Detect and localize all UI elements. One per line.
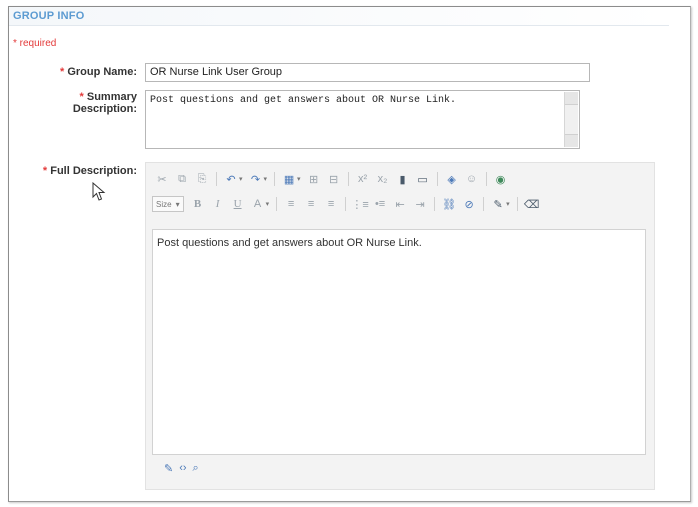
align-left-icon[interactable]: ≡ <box>283 196 299 212</box>
group-name-label: * Group Name: <box>59 66 137 78</box>
section-header: GROUP INFO <box>9 7 669 26</box>
summary-description-text: Post questions and get answers about OR … <box>150 95 457 106</box>
toolbar-separator <box>485 172 487 186</box>
link-globe-icon[interactable]: ◉ <box>493 171 509 187</box>
align-center-icon[interactable]: ≡ <box>303 196 319 212</box>
underline-icon[interactable]: U <box>230 196 246 212</box>
clean-format-icon[interactable]: ⌫ <box>524 196 540 212</box>
font-color-dropdown-icon[interactable]: ▾ <box>266 200 270 208</box>
summary-description-textarea[interactable]: Post questions and get answers about OR … <box>145 90 580 149</box>
summary-scrollbar[interactable] <box>564 92 578 147</box>
indent-icon[interactable]: ⇥ <box>412 196 428 212</box>
chevron-down-icon: ▾ <box>175 199 180 209</box>
table-icon[interactable]: ▦ <box>281 171 297 187</box>
scroll-up-button[interactable] <box>565 92 578 105</box>
toolbar-separator <box>276 197 278 211</box>
section-title: GROUP INFO <box>13 10 85 22</box>
cut-icon[interactable]: ✂ <box>154 171 170 187</box>
redo-dropdown-icon[interactable]: ▾ <box>264 175 268 183</box>
redo-icon[interactable]: ↷ <box>248 171 264 187</box>
toolbar-separator <box>274 172 276 186</box>
toolbar-separator <box>345 197 347 211</box>
toolbar-separator <box>434 197 436 211</box>
required-note: * required <box>13 38 57 49</box>
paste-icon[interactable]: ⎘ <box>194 171 210 187</box>
toolbar-separator <box>347 172 349 186</box>
ordered-list-icon[interactable]: ⋮≡ <box>351 196 368 212</box>
undo-dropdown-icon[interactable]: ▾ <box>239 175 243 183</box>
editor-toolbar-row-1: ✂ ⧉ ⎘ ↶ ▾ ↷ ▾ ▦ ▾ ⊞ ⊟ x² x₂ ▮ ▭ ◈ ☺ ◉ <box>152 168 511 190</box>
editor-toolbar-row-2: Size ▾ B I U A ▾ ≡ ≡ ≡ ⋮≡ •≡ ⇤ ⇥ ⛓ ⊘ ✎ ▾… <box>152 193 542 215</box>
emoticon-icon[interactable]: ☺ <box>464 171 480 187</box>
rich-text-editor: ✂ ⧉ ⎘ ↶ ▾ ↷ ▾ ▦ ▾ ⊞ ⊟ x² x₂ ▮ ▭ ◈ ☺ ◉ Si… <box>145 162 655 490</box>
toolbar-separator <box>216 172 217 186</box>
preview-mode-icon[interactable]: ⌕ <box>193 462 199 475</box>
insert-link-icon[interactable]: ⛓ <box>441 196 457 212</box>
highlighter-dropdown-icon[interactable]: ▾ <box>506 200 510 208</box>
summary-description-label: * Summary Description: <box>72 91 137 115</box>
design-mode-icon[interactable]: ✎ <box>164 462 173 475</box>
italic-icon[interactable]: I <box>210 196 226 212</box>
table-dropdown-icon[interactable]: ▾ <box>297 175 301 183</box>
font-size-select[interactable]: Size ▾ <box>152 196 184 212</box>
scroll-down-button[interactable] <box>565 134 578 147</box>
undo-icon[interactable]: ↶ <box>223 171 239 187</box>
full-description-text: Post questions and get answers about OR … <box>157 237 422 249</box>
spellcheck-icon[interactable]: ◈ <box>444 171 460 187</box>
editor-mode-bar: ✎ ‹› ⌕ <box>164 462 199 475</box>
font-size-label: Size <box>156 199 172 209</box>
unordered-list-icon[interactable]: •≡ <box>372 196 388 212</box>
align-right-icon[interactable]: ≡ <box>323 196 339 212</box>
toolbar-separator <box>483 197 485 211</box>
full-description-editor[interactable]: Post questions and get answers about OR … <box>152 229 646 455</box>
superscript-icon[interactable]: x² <box>355 171 371 187</box>
insert-row-icon[interactable]: ⊞ <box>306 171 322 187</box>
highlighter-icon[interactable]: ✎ <box>490 196 506 212</box>
full-description-label: * Full Description: <box>42 165 137 177</box>
unlink-icon[interactable]: ⊘ <box>461 196 477 212</box>
bold-icon[interactable]: B <box>190 196 206 212</box>
mouse-pointer-icon <box>92 182 106 201</box>
toolbar-separator <box>436 172 438 186</box>
outdent-icon[interactable]: ⇤ <box>392 196 408 212</box>
group-info-panel: GROUP INFO * required * Group Name: OR N… <box>8 6 691 502</box>
subscript-icon[interactable]: x₂ <box>375 171 391 187</box>
group-name-input[interactable]: OR Nurse Link User Group <box>145 63 590 82</box>
insert-media-icon[interactable]: ▭ <box>415 171 431 187</box>
font-color-icon[interactable]: A <box>250 196 266 212</box>
copy-icon[interactable]: ⧉ <box>174 171 190 187</box>
html-mode-icon[interactable]: ‹› <box>179 462 186 475</box>
insert-col-icon[interactable]: ⊟ <box>326 171 342 187</box>
insert-image-icon[interactable]: ▮ <box>395 171 411 187</box>
toolbar-separator <box>516 197 518 211</box>
